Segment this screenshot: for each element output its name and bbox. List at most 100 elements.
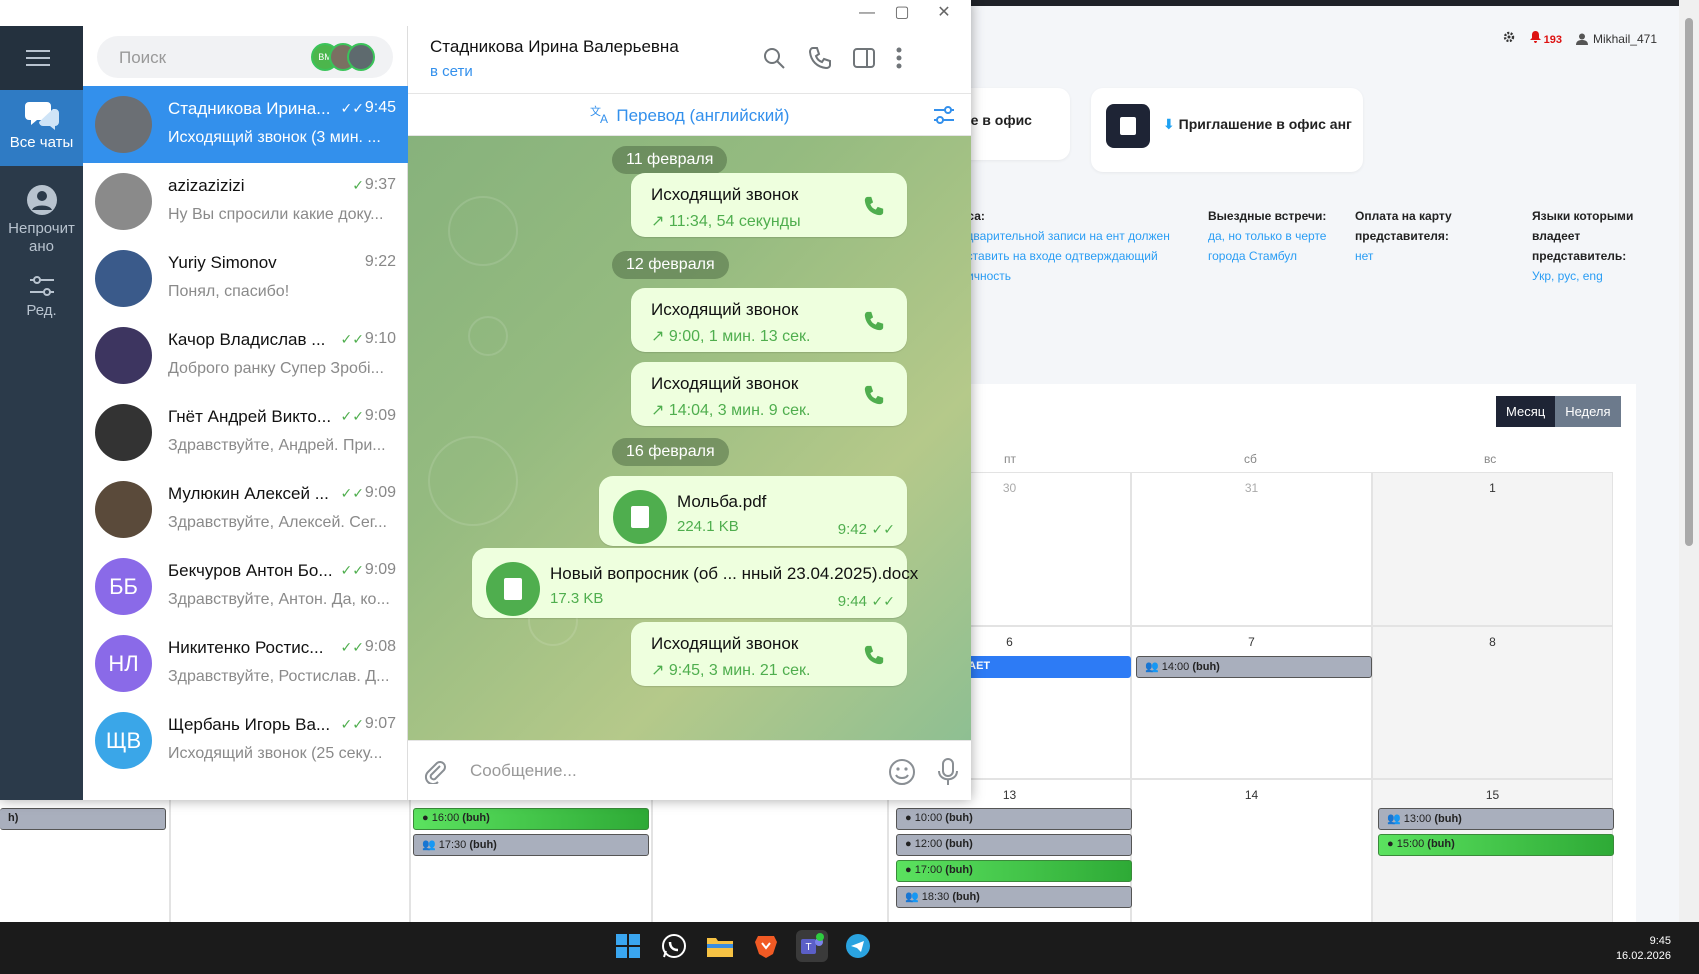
calendar-event[interactable]: ● 16:00 (buh): [413, 808, 649, 830]
calendar-day-cell[interactable]: 8: [1372, 626, 1613, 779]
office-invite-eng-card[interactable]: ⬇ Приглашение в офис анг: [1091, 88, 1363, 172]
calendar-event[interactable]: ● 10:00 (buh): [896, 808, 1132, 830]
minimize-button[interactable]: —: [852, 2, 882, 24]
calendar-event[interactable]: ● 15:00 (buh): [1378, 834, 1614, 856]
more-menu-icon[interactable]: [896, 46, 902, 75]
emoji-icon[interactable]: [888, 758, 916, 791]
file-explorer-icon[interactable]: [704, 930, 736, 962]
info-reception: иса: едварительной записи на ент должен …: [960, 206, 1170, 286]
calendar-event[interactable]: ● 12:00 (buh): [896, 834, 1132, 856]
menu-button[interactable]: [0, 26, 83, 90]
translate-label[interactable]: 文A Перевод (английский): [408, 104, 971, 126]
info-field-meetings: Выездные встречи: да, но только в черте …: [1208, 206, 1348, 266]
search-icon[interactable]: [762, 46, 786, 75]
calendar-day-cell[interactable]: [652, 779, 888, 924]
file-name: Новый вопросник (об ... нный 23.04.2025)…: [550, 564, 919, 583]
windows-start-icon[interactable]: [612, 930, 644, 962]
phone-call-icon[interactable]: [863, 195, 885, 222]
file-icon[interactable]: [613, 490, 667, 544]
search-input[interactable]: Поиск ВМ: [97, 36, 393, 78]
whatsapp-icon[interactable]: [658, 930, 690, 962]
phone-call-icon[interactable]: [863, 384, 885, 411]
calendar-event[interactable]: 👥 13:00 (buh): [1378, 808, 1614, 830]
phone-call-icon[interactable]: [808, 46, 832, 75]
chat-name: Никитенко Ростис...: [168, 638, 324, 657]
chat-list-item[interactable]: Стадникова Ирина... ✓✓ 9:45 Исходящий звоно…: [83, 86, 408, 163]
close-button[interactable]: ✕: [929, 2, 959, 24]
file-icon[interactable]: [486, 562, 540, 616]
call-message[interactable]: Исходящий звонок ↗ 14:04, 3 мин. 9 сек.: [631, 362, 907, 426]
calendar-event[interactable]: 👥 14:00 (buh): [1136, 656, 1372, 678]
calendar-day-cell[interactable]: 14: [1131, 779, 1372, 924]
folder-label: Все чаты: [9, 134, 74, 151]
chat-list-item[interactable]: azizazizizi ✓ 9:37 Ну Вы спросили какие док…: [83, 163, 408, 240]
story-avatar[interactable]: [347, 43, 375, 71]
calendar-day-cell[interactable]: 1: [1372, 472, 1613, 626]
chat-list-item[interactable]: Гнёт Андрей Викто... ✓✓ 9:09 Здравствуйте, …: [83, 394, 408, 471]
chat-preview: Исходящий звонок (25 секу...: [168, 745, 383, 762]
hamburger-line: [26, 50, 50, 52]
chat-name: Щербань Игорь Ва...: [168, 715, 331, 734]
chat-name: Качор Владислав ...: [168, 330, 326, 349]
calendar-day-cell[interactable]: [0, 779, 170, 924]
folder-unread[interactable]: Непрочитано: [0, 174, 83, 266]
event-time: 17:30: [438, 839, 467, 851]
notifications-bell[interactable]: 193: [1529, 31, 1562, 46]
month-view-button[interactable]: Месяц: [1496, 396, 1556, 427]
chat-list-item[interactable]: ББ Бекчуров Антон Бо... ✓✓ 9:09 Здравствуйте…: [83, 548, 408, 625]
chat-list-item[interactable]: НЛ Никитенко Ростис... ✓✓ 9:08 Здравствуйте,…: [83, 625, 408, 702]
file-message[interactable]: Новый вопросник (об ... нный 23.04.2025)…: [472, 548, 918, 618]
day-number: 14: [1244, 788, 1259, 802]
phone-call-icon[interactable]: [863, 310, 885, 337]
date-separator: 12 февраля: [612, 251, 729, 279]
sidebar-toggle-icon[interactable]: [852, 46, 876, 75]
call-message[interactable]: Исходящий звонок ↗ 11:34, 54 секунды: [631, 173, 907, 237]
call-message[interactable]: Исходящий звонок ↗ 9:00, 1 мин. 13 сек.: [631, 288, 907, 352]
calendar-event[interactable]: 👥 18:30 (buh): [896, 886, 1132, 908]
calendar-day-cell[interactable]: [170, 779, 410, 924]
calendar-day-cell[interactable]: 7: [1131, 626, 1372, 779]
message-input[interactable]: Сообщение...: [470, 761, 577, 781]
scrollbar-thumb[interactable]: [1685, 18, 1693, 546]
day-number: 1: [1489, 481, 1496, 495]
event-time: 14:00: [1161, 661, 1190, 673]
brave-browser-icon[interactable]: [750, 930, 782, 962]
call-message[interactable]: Исходящий звонок ↗ 9:45, 3 мин. 21 сек.: [631, 622, 907, 686]
settings-gear-icon[interactable]: [1502, 30, 1516, 47]
maximize-button[interactable]: ▢: [887, 2, 917, 24]
chat-name: Стадникова Ирина...: [168, 99, 331, 118]
phone-call-icon[interactable]: [863, 644, 885, 671]
folder-edit[interactable]: Ред.: [0, 266, 83, 336]
calendar-event[interactable]: h): [0, 808, 166, 830]
user-menu[interactable]: Mikhail_471: [1575, 32, 1657, 46]
chat-list-item[interactable]: Качор Владислав ... ✓✓ 9:10 Доброго ранку С…: [83, 317, 408, 394]
message-composer: Сообщение...: [408, 740, 971, 800]
microphone-icon[interactable]: [938, 758, 958, 791]
translate-bar[interactable]: 文A Перевод (английский): [408, 94, 971, 136]
clock-date: 16.02.2026: [1615, 950, 1671, 962]
telegram-icon[interactable]: [842, 930, 874, 962]
calendar-event[interactable]: ● 17:00 (buh): [896, 860, 1132, 882]
attach-icon[interactable]: [422, 758, 448, 789]
week-view-button[interactable]: Неделя: [1555, 396, 1621, 427]
teams-icon[interactable]: T: [796, 930, 828, 962]
chat-preview: Доброго ранку Супер Зробі...: [168, 360, 384, 377]
window-titlebar[interactable]: — ▢ ✕: [0, 0, 971, 26]
event-tag: h): [8, 812, 19, 824]
chat-header[interactable]: Стадникова Ирина Валерьевна в сети: [408, 26, 971, 94]
calendar-day-cell[interactable]: 31: [1131, 472, 1372, 626]
system-clock[interactable]: 9:45 16.02.2026: [1616, 934, 1671, 964]
info-card-payment: Оплата на карту представителя: нет: [1355, 206, 1465, 266]
message-area[interactable]: 11 февраля Исходящий звонок ↗ 11:34, 54 …: [408, 136, 971, 740]
chat-list-item[interactable]: Yuriy Simonov 9:22 Понял, спасибо!: [83, 240, 408, 317]
page-scrollbar[interactable]: [1679, 0, 1699, 922]
file-message[interactable]: Мольба.pdf 224.1 KB 9:42 ✓✓: [599, 476, 907, 546]
calendar-event[interactable]: 👥 17:30 (buh): [413, 834, 649, 856]
chat-list-item[interactable]: ЩВ Щербань Игорь Ва... ✓✓ 9:07 Исходящий зво…: [83, 702, 408, 779]
translate-settings-icon[interactable]: [933, 105, 955, 130]
avatar: [95, 250, 152, 307]
chat-list-item[interactable]: Мулюкин Алексей ... ✓✓ 9:09 Здравствуйте, А…: [83, 471, 408, 548]
chat-time: 9:07: [364, 715, 396, 732]
folder-all-chats[interactable]: Все чаты: [0, 90, 83, 166]
event-time: 10:00: [914, 812, 943, 824]
